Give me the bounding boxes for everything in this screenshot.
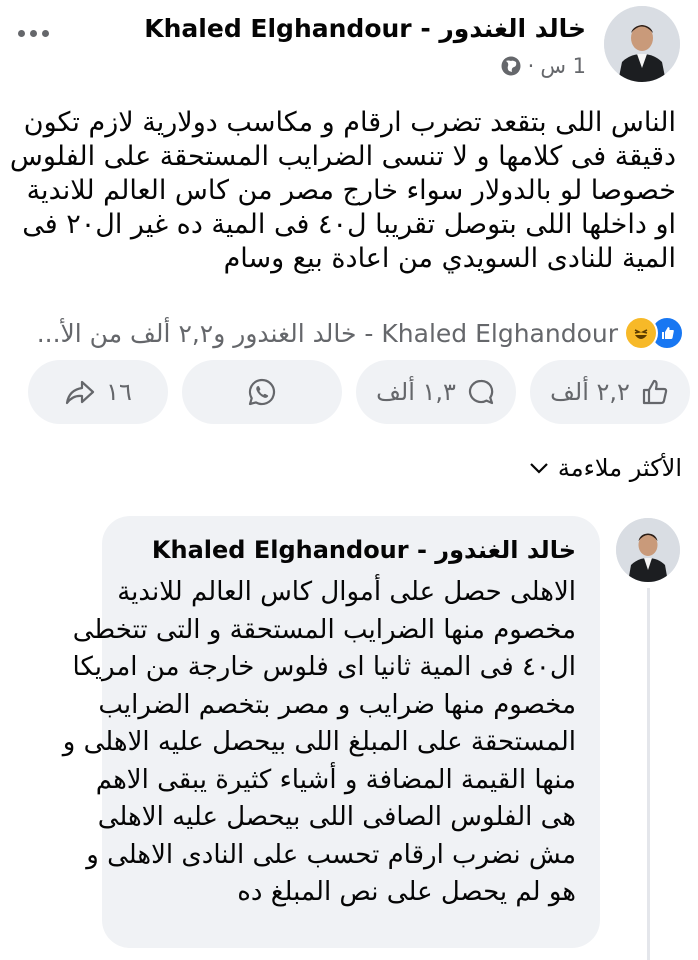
comment-text-line: المستحقة على المبلغ اللى بيحصل عليه الاه… — [62, 727, 576, 757]
comment-author-name[interactable]: خالد الغندور - Khaled Elghandour — [152, 536, 576, 564]
post-author-name[interactable]: خالد الغندور - Khaled Elghandour — [144, 14, 586, 43]
post-text-line: المية للنادى السويدي من اعادة بيع وسام — [223, 243, 676, 274]
share-count: ١٦ — [106, 378, 132, 406]
thumbs-up-icon — [640, 377, 670, 407]
post-text-line: الناس اللى بتقعد تضرب ارقام و مكاسب دولا… — [23, 107, 676, 138]
like-count: ٢,٢ ألف — [550, 378, 630, 406]
reaction-icons — [624, 316, 684, 350]
comment-body: الاهلى حصل على أموال كاس العالم للاندية … — [62, 574, 576, 912]
chevron-down-icon — [528, 461, 550, 475]
comment-text-line: مش نضرب ارقام تحسب على النادى الاهلى و — [86, 839, 576, 870]
globe-icon — [500, 55, 522, 77]
share-arrow-icon — [64, 377, 96, 407]
reactions-summary[interactable]: Khaled Elghandour - خالد الغندور و٢,٢ أل… — [8, 316, 684, 350]
sort-label: الأكثر ملاءمة — [557, 454, 682, 482]
comment-button[interactable]: ١,٣ ألف — [356, 360, 516, 424]
post-text-line: خصوصا لو بالدولار سواء خارج مصر من كاس ا… — [26, 175, 676, 206]
comment-count: ١,٣ ألف — [376, 378, 456, 406]
thread-line — [647, 588, 650, 960]
comment-text-line: منها القيمة المضافة و أشياء كثيرة يبقى ا… — [95, 764, 576, 795]
share-button[interactable]: ١٦ — [28, 360, 168, 424]
comment-text-line: هو لم يحصل على نص المبلغ ده — [237, 877, 576, 907]
comment-text-line: ال٤٠ فى المية ثانيا اى فلوس خارجة من امر… — [72, 652, 576, 682]
whatsapp-icon — [246, 376, 278, 408]
comment-text-line: هى الفلوس الصافى اللى بيحصل عليه الاهلى — [97, 802, 576, 832]
commenter-avatar[interactable] — [616, 518, 680, 582]
haha-reaction-icon — [624, 316, 658, 350]
post-body: الناس اللى بتقعد تضرب ارقام و مكاسب دولا… — [9, 106, 676, 276]
comment-text-line: مخصوم منها الضرايب المستحقة و التى تتخطى — [72, 614, 576, 645]
like-button[interactable]: ٢,٢ ألف — [530, 360, 690, 424]
meta-separator: · — [527, 54, 535, 78]
post-time[interactable]: 1 س — [540, 54, 586, 78]
more-options-icon[interactable] — [18, 18, 58, 48]
reactions-text: Khaled Elghandour - خالد الغندور و٢,٢ أل… — [36, 318, 618, 348]
post-text-line: دقيقة فى كلامها و لا تنسى الضرايب المستح… — [9, 141, 676, 172]
comment-icon — [466, 377, 496, 407]
author-avatar[interactable] — [604, 6, 680, 82]
comment-sort-dropdown[interactable]: الأكثر ملاءمة — [528, 454, 682, 482]
post-text-line: او داخلها اللى بتوصل تقريبا ل٤٠ فى المية… — [22, 209, 676, 240]
comment-text-line: مخصوم منها ضرايب و مصر بتخصم الضرايب — [98, 689, 576, 720]
post-meta: 1 س · — [500, 54, 586, 78]
whatsapp-send-button[interactable] — [182, 360, 342, 424]
comment-text-line: الاهلى حصل على أموال كاس العالم للاندية — [117, 577, 576, 607]
